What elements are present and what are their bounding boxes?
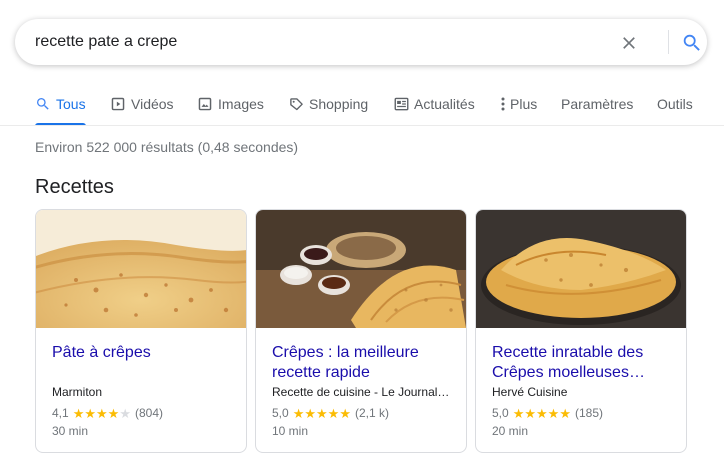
recipe-time: 30 min <box>52 424 89 438</box>
star-icon: ★ <box>316 405 328 421</box>
review-count: (2,1 k) <box>354 406 389 420</box>
star-icon: ★ <box>559 405 571 421</box>
recipe-source: Marmiton <box>52 385 103 399</box>
recipe-rating: 4,1 ★ ★ ★ ★ ★ (804) <box>52 406 163 420</box>
tab-label: Actualités <box>414 96 475 112</box>
star-rating: ★ ★ ★ ★ ★ <box>513 407 571 420</box>
image-icon <box>197 96 213 112</box>
rating-value: 5,0 <box>492 406 509 420</box>
star-icon: ★ <box>72 405 85 421</box>
tab-label: Images <box>218 96 264 112</box>
tab-label: Plus <box>510 96 538 112</box>
search-bar <box>15 19 707 65</box>
search-divider <box>668 30 669 54</box>
tab-label: Tous <box>56 96 86 112</box>
tab-label: Paramètres <box>561 96 634 112</box>
video-icon <box>110 96 126 112</box>
recipe-card[interactable]: Pâte à crêpes Marmiton 4,1 ★ ★ ★ ★ ★ (804) 3… <box>35 209 247 453</box>
star-icon: ★ <box>512 405 525 421</box>
newspaper-icon <box>393 96 409 112</box>
tag-icon <box>288 96 304 112</box>
recipe-title[interactable]: Recette inratable des Crêpes moelleuses… <box>492 343 677 383</box>
search-tabs: Tous Vidéos Images Shopping Actualités P… <box>0 88 724 126</box>
star-rating: ★ ★ ★ ★ ★ <box>293 407 351 420</box>
tab-actualites[interactable]: Actualités <box>393 88 475 126</box>
tab-plus[interactable]: Plus <box>498 88 537 126</box>
tab-tous[interactable]: Tous <box>35 88 86 126</box>
more-vert-icon <box>498 96 508 112</box>
star-icon: ★ <box>327 405 340 421</box>
recipe-card[interactable]: Crêpes : la meilleure recette rapide Rec… <box>255 209 467 453</box>
tab-images[interactable]: Images <box>197 88 264 126</box>
tab-label: Vidéos <box>131 96 174 112</box>
recipe-title[interactable]: Pâte à crêpes <box>52 343 237 363</box>
tab-parametres[interactable]: Paramètres <box>561 88 633 126</box>
star-icon: ★ <box>107 405 120 421</box>
tab-outils[interactable]: Outils <box>657 88 693 126</box>
tabs-divider <box>0 125 724 126</box>
recipe-rating: 5,0 ★ ★ ★ ★ ★ (185) <box>492 406 603 420</box>
tab-videos[interactable]: Vidéos <box>110 88 174 126</box>
rating-value: 5,0 <box>272 406 289 420</box>
star-icon: ★ <box>96 405 108 421</box>
tab-label: Outils <box>657 96 693 112</box>
clear-search-button[interactable] <box>616 30 642 56</box>
recipe-image <box>256 210 466 328</box>
star-icon: ★ <box>536 405 548 421</box>
recipe-image <box>36 210 246 328</box>
recipe-card[interactable]: Recette inratable des Crêpes moelleuses…… <box>475 209 687 453</box>
rating-value: 4,1 <box>52 406 69 420</box>
recipe-source: Hervé Cuisine <box>492 385 568 399</box>
review-count: (185) <box>574 406 603 420</box>
star-icon: ★ <box>524 405 536 421</box>
close-icon <box>623 37 635 49</box>
star-icon: ★ <box>339 405 351 421</box>
star-icon: ★ <box>84 405 96 421</box>
search-icon <box>35 96 51 112</box>
search-icon <box>683 34 700 51</box>
recipe-source: Recette de cuisine - Le Journal… <box>272 385 450 399</box>
recipe-time: 10 min <box>272 424 309 438</box>
tab-shopping[interactable]: Shopping <box>288 88 368 126</box>
star-icon: ★ <box>304 405 316 421</box>
search-button[interactable] <box>679 30 705 56</box>
recipe-time: 20 min <box>492 424 529 438</box>
search-input[interactable] <box>35 19 595 65</box>
star-rating: ★ ★ ★ ★ ★ <box>73 407 131 420</box>
result-stats: Environ 522 000 résultats (0,48 secondes… <box>35 139 299 155</box>
recipe-image <box>476 210 686 328</box>
star-icon: ★ <box>119 405 131 421</box>
star-icon: ★ <box>547 405 560 421</box>
recipe-title[interactable]: Crêpes : la meilleure recette rapide <box>272 343 457 383</box>
tab-label: Shopping <box>309 96 369 112</box>
review-count: (804) <box>134 406 163 420</box>
recipe-rating: 5,0 ★ ★ ★ ★ ★ (2,1 k) <box>272 406 389 420</box>
section-title: Recettes <box>35 176 114 198</box>
star-icon: ★ <box>292 405 305 421</box>
